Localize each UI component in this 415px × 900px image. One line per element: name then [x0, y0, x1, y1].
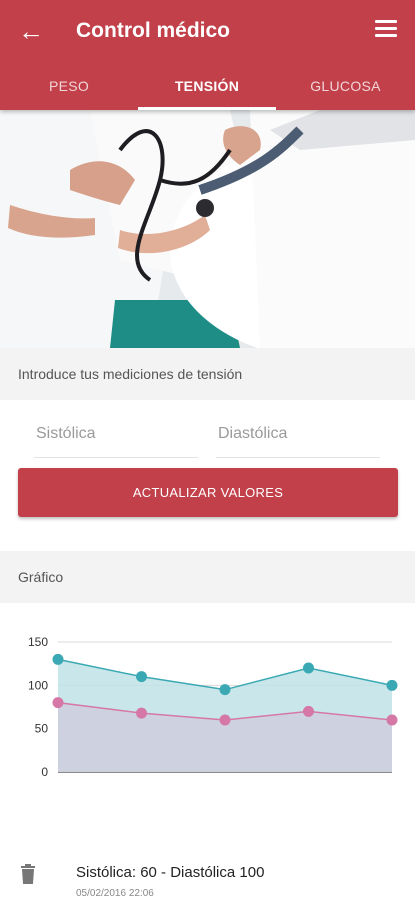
systolic-input[interactable]: [36, 425, 198, 443]
y-tick-label: 0: [41, 765, 48, 779]
tab-peso[interactable]: PESO: [0, 62, 138, 110]
history-entry: Sistólica: 60 - Diastólica 100 05/02/201…: [0, 850, 415, 900]
data-point: [52, 697, 64, 709]
blood-pressure-chart: 0 50 100 150: [0, 620, 415, 800]
hamburger-menu-icon[interactable]: [375, 20, 397, 38]
data-point: [52, 653, 64, 665]
page-title: Control médico: [76, 19, 231, 42]
history-entry-values: Sistólica: 60 - Diastólica 100: [76, 864, 265, 881]
data-point: [136, 671, 147, 683]
y-tick-label: 100: [28, 678, 48, 692]
tab-tension[interactable]: TENSIÓN: [138, 62, 276, 110]
diastolic-field[interactable]: [216, 415, 380, 458]
app-bar: ← Control médico PESO TENSIÓN GLUCOSA: [0, 0, 415, 110]
data-point: [219, 684, 231, 696]
chart-section-label: Gráfico: [0, 551, 415, 603]
tab-glucosa[interactable]: GLUCOSA: [276, 62, 415, 110]
arrow-back-icon[interactable]: ←: [18, 18, 44, 44]
y-tick-label: 150: [28, 635, 48, 649]
trash-icon[interactable]: [20, 864, 36, 884]
update-values-button[interactable]: ACTUALIZAR VALORES: [18, 468, 398, 517]
hero-image: [0, 110, 415, 348]
tab-bar: PESO TENSIÓN GLUCOSA: [0, 62, 415, 110]
history-entry-date: 05/02/2016 22:06: [76, 888, 154, 899]
data-point: [219, 714, 231, 726]
data-point: [303, 705, 314, 717]
systolic-field[interactable]: [34, 415, 198, 458]
data-point: [136, 707, 147, 719]
data-point: [386, 679, 398, 691]
data-point: [303, 662, 314, 674]
data-point: [386, 714, 398, 726]
diastolic-input[interactable]: [218, 425, 380, 443]
y-tick-label: 50: [35, 722, 49, 736]
measurements-section-label: Introduce tus mediciones de tensión: [0, 348, 415, 400]
